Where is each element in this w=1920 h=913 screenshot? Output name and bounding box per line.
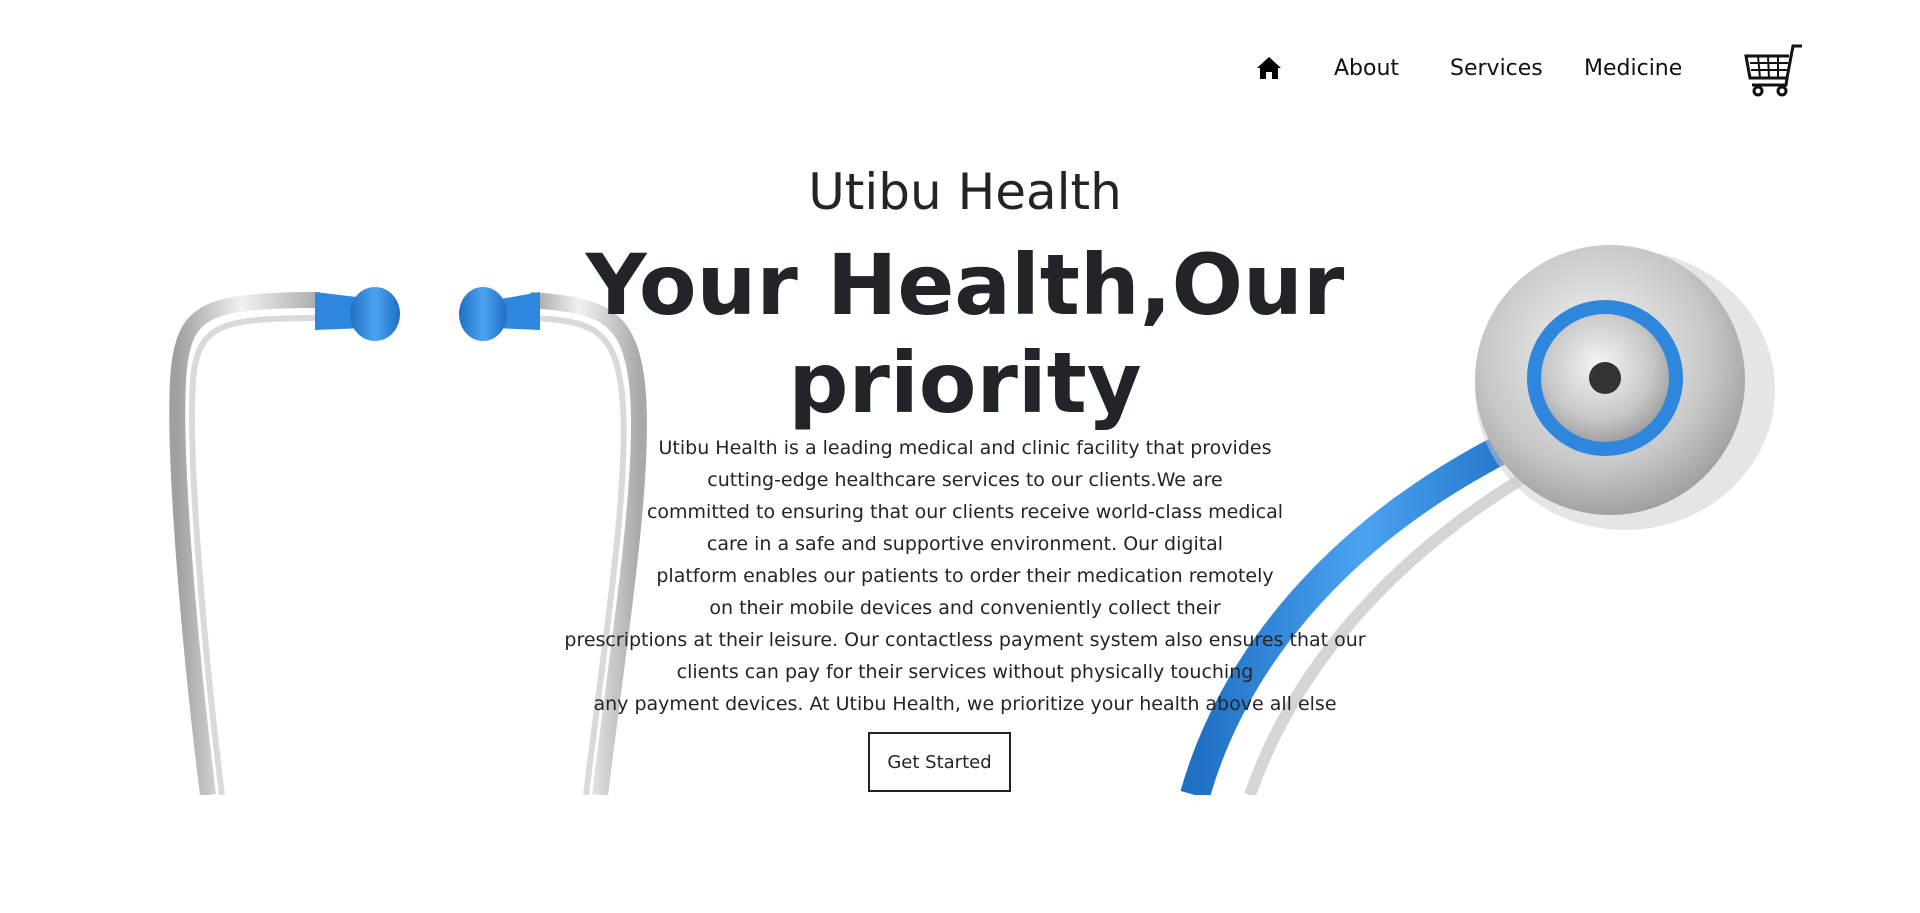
headline-line: Your Health,Our	[585, 236, 1345, 334]
description-line: committed to ensuring that our clients r…	[646, 501, 1284, 523]
shopping-cart-icon[interactable]	[1744, 40, 1804, 100]
description-line: on their mobile devices and conveniently…	[709, 597, 1221, 619]
nav-item-medicine[interactable]: Medicine	[1584, 54, 1682, 84]
hero-description: Utibu Health is a leading medical and cl…	[0, 432, 1920, 720]
page: About Services Medicine Utibu Health You…	[0, 0, 1920, 913]
brand-title: Utibu Health	[808, 163, 1122, 221]
description-line: cutting-edge healthcare services to our …	[707, 469, 1223, 491]
nav-item-services[interactable]: Services	[1450, 54, 1543, 84]
hero-headline: Your Health,Our priority	[0, 236, 1920, 432]
description-line: platform enables our patients to order t…	[656, 565, 1274, 587]
description-line: Utibu Health is a leading medical and cl…	[658, 437, 1272, 459]
description-line: any payment devices. At Utibu Health, we…	[593, 693, 1337, 715]
description-line: care in a safe and supportive environmen…	[706, 533, 1224, 555]
top-nav: About Services Medicine	[0, 40, 1920, 100]
headline-line: priority	[788, 334, 1142, 432]
nav-item-about[interactable]: About	[1334, 54, 1399, 84]
description-line: prescriptions at their leisure. Our cont…	[564, 629, 1366, 651]
get-started-button[interactable]: Get Started	[868, 732, 1011, 792]
description-line: clients can pay for their services witho…	[676, 661, 1254, 683]
home-icon[interactable]	[1255, 54, 1283, 82]
